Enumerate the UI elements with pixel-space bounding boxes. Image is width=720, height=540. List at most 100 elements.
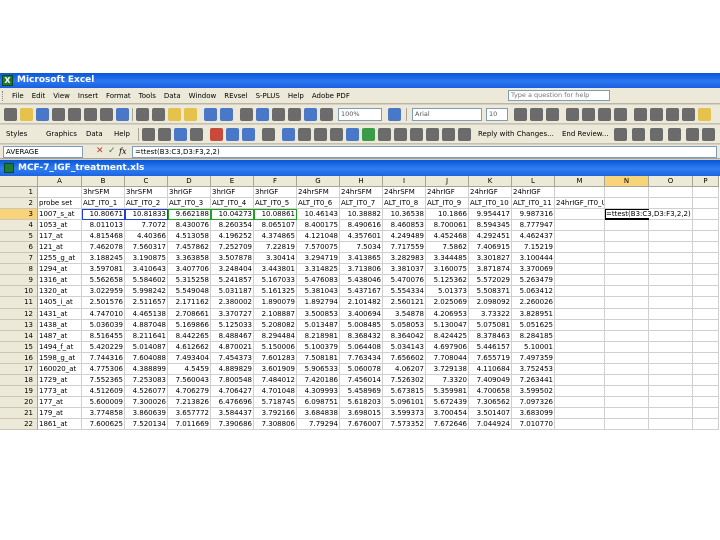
- cell[interactable]: 177_at: [38, 396, 82, 408]
- cell[interactable]: 8.211641: [125, 330, 168, 342]
- row-header[interactable]: 12: [0, 308, 38, 320]
- cell[interactable]: 5.673815: [383, 385, 426, 397]
- enter-icon[interactable]: ✓: [108, 146, 116, 157]
- cell[interactable]: [693, 220, 719, 232]
- cell[interactable]: 1729_at: [38, 374, 82, 386]
- column-header-g[interactable]: G: [297, 176, 340, 187]
- cell[interactable]: 3.160075: [426, 264, 469, 276]
- cell[interactable]: [693, 187, 719, 199]
- cell[interactable]: 7.560317: [125, 242, 168, 254]
- cell[interactable]: [649, 297, 693, 309]
- cell[interactable]: 3.54878: [383, 308, 426, 320]
- cell[interactable]: 7.655719: [469, 352, 512, 364]
- cell[interactable]: [649, 231, 693, 243]
- tools-icon[interactable]: [378, 128, 391, 141]
- cell[interactable]: 1.890079: [254, 297, 297, 309]
- underline-icon[interactable]: [546, 108, 559, 121]
- menu-format[interactable]: Format: [102, 88, 135, 104]
- cell[interactable]: 2.098092: [469, 297, 512, 309]
- cell[interactable]: 5.060078: [340, 363, 383, 375]
- cell[interactable]: 3.282983: [383, 253, 426, 265]
- cell[interactable]: [693, 407, 719, 419]
- end-review-button[interactable]: End Review...: [562, 128, 609, 141]
- cell[interactable]: 4.06207: [383, 363, 426, 375]
- cell[interactable]: [693, 275, 719, 287]
- column-header-h[interactable]: H: [340, 176, 383, 187]
- cell[interactable]: 3.501407: [469, 407, 512, 419]
- cell[interactable]: 4.697906: [426, 341, 469, 353]
- cell[interactable]: 3hrIGF: [211, 187, 254, 199]
- cell[interactable]: 10.80671: [82, 209, 125, 221]
- cell[interactable]: 5.476083: [297, 275, 340, 287]
- menu-tools[interactable]: Tools: [135, 88, 160, 104]
- cell[interactable]: 3.601909: [254, 363, 297, 375]
- cell[interactable]: 7.253083: [125, 374, 168, 386]
- cell[interactable]: 5.470076: [383, 275, 426, 287]
- cell[interactable]: 5.562658: [82, 275, 125, 287]
- italic-icon[interactable]: [530, 108, 543, 121]
- cell[interactable]: 1320_at: [38, 286, 82, 298]
- cell[interactable]: 5.458969: [340, 385, 383, 397]
- cell[interactable]: 5.167033: [254, 275, 297, 287]
- cell[interactable]: 3.599373: [383, 407, 426, 419]
- cell[interactable]: 4.512609: [82, 385, 125, 397]
- filter-icon[interactable]: [158, 128, 171, 141]
- cell[interactable]: [555, 231, 605, 243]
- cell[interactable]: 3.400694: [340, 308, 383, 320]
- layout-icon[interactable]: [174, 128, 187, 141]
- cell[interactable]: [693, 330, 719, 342]
- cell[interactable]: 5.100379: [297, 341, 340, 353]
- cell[interactable]: 7.300026: [125, 396, 168, 408]
- cell[interactable]: [555, 264, 605, 276]
- cell[interactable]: 3hrIGF: [254, 187, 297, 199]
- cell[interactable]: [555, 418, 605, 431]
- cell[interactable]: 117_at: [38, 231, 82, 243]
- cell[interactable]: [649, 253, 693, 265]
- row-header[interactable]: 9: [0, 275, 38, 287]
- cell[interactable]: 7.011669: [168, 418, 211, 431]
- cell[interactable]: 3.792166: [254, 407, 297, 419]
- cell[interactable]: 1487_at: [38, 330, 82, 342]
- select-all-corner[interactable]: [0, 176, 38, 187]
- align-right-icon[interactable]: [598, 108, 611, 121]
- cell[interactable]: [693, 253, 719, 265]
- cell[interactable]: 3.713806: [340, 264, 383, 276]
- cell[interactable]: [693, 363, 719, 375]
- row-header[interactable]: 10: [0, 286, 38, 298]
- cell[interactable]: 7.5034: [340, 242, 383, 254]
- cell[interactable]: 3.860639: [125, 407, 168, 419]
- cell[interactable]: 7.213826: [168, 396, 211, 408]
- data-menu[interactable]: Data: [86, 128, 103, 141]
- cell[interactable]: [555, 330, 605, 342]
- cell[interactable]: 7.493404: [168, 352, 211, 364]
- sort-za-icon[interactable]: [314, 128, 327, 141]
- cell[interactable]: 7.560043: [168, 374, 211, 386]
- column-header-i[interactable]: I: [383, 176, 426, 187]
- cell[interactable]: 7.676007: [340, 418, 383, 431]
- cell[interactable]: 3.729138: [426, 363, 469, 375]
- menu-s-plus[interactable]: S-PLUS: [252, 88, 284, 104]
- cell[interactable]: [605, 286, 649, 298]
- cell[interactable]: 7.601283: [254, 352, 297, 364]
- cell[interactable]: [649, 187, 693, 199]
- cell[interactable]: 5.013487: [297, 319, 340, 331]
- cell[interactable]: [605, 264, 649, 276]
- cell[interactable]: [605, 330, 649, 342]
- cell[interactable]: 5.998242: [125, 286, 168, 298]
- cell[interactable]: 4.206953: [426, 308, 469, 320]
- menu-revsel[interactable]: REvsel: [220, 88, 251, 104]
- cell[interactable]: 6.098751: [297, 396, 340, 408]
- cell[interactable]: 3.500853: [297, 308, 340, 320]
- cell[interactable]: 5.618203: [340, 396, 383, 408]
- cell[interactable]: 5.672439: [426, 396, 469, 408]
- cell[interactable]: 4.388899: [125, 363, 168, 375]
- cell[interactable]: 5.315258: [168, 275, 211, 287]
- percent-icon[interactable]: [650, 108, 663, 121]
- row-header[interactable]: 4: [0, 220, 38, 232]
- cell[interactable]: 4.889829: [211, 363, 254, 375]
- row-header[interactable]: 15: [0, 341, 38, 353]
- cell[interactable]: [605, 253, 649, 265]
- cell[interactable]: [649, 275, 693, 287]
- cut-icon[interactable]: [136, 108, 149, 121]
- cell[interactable]: 5.096101: [383, 396, 426, 408]
